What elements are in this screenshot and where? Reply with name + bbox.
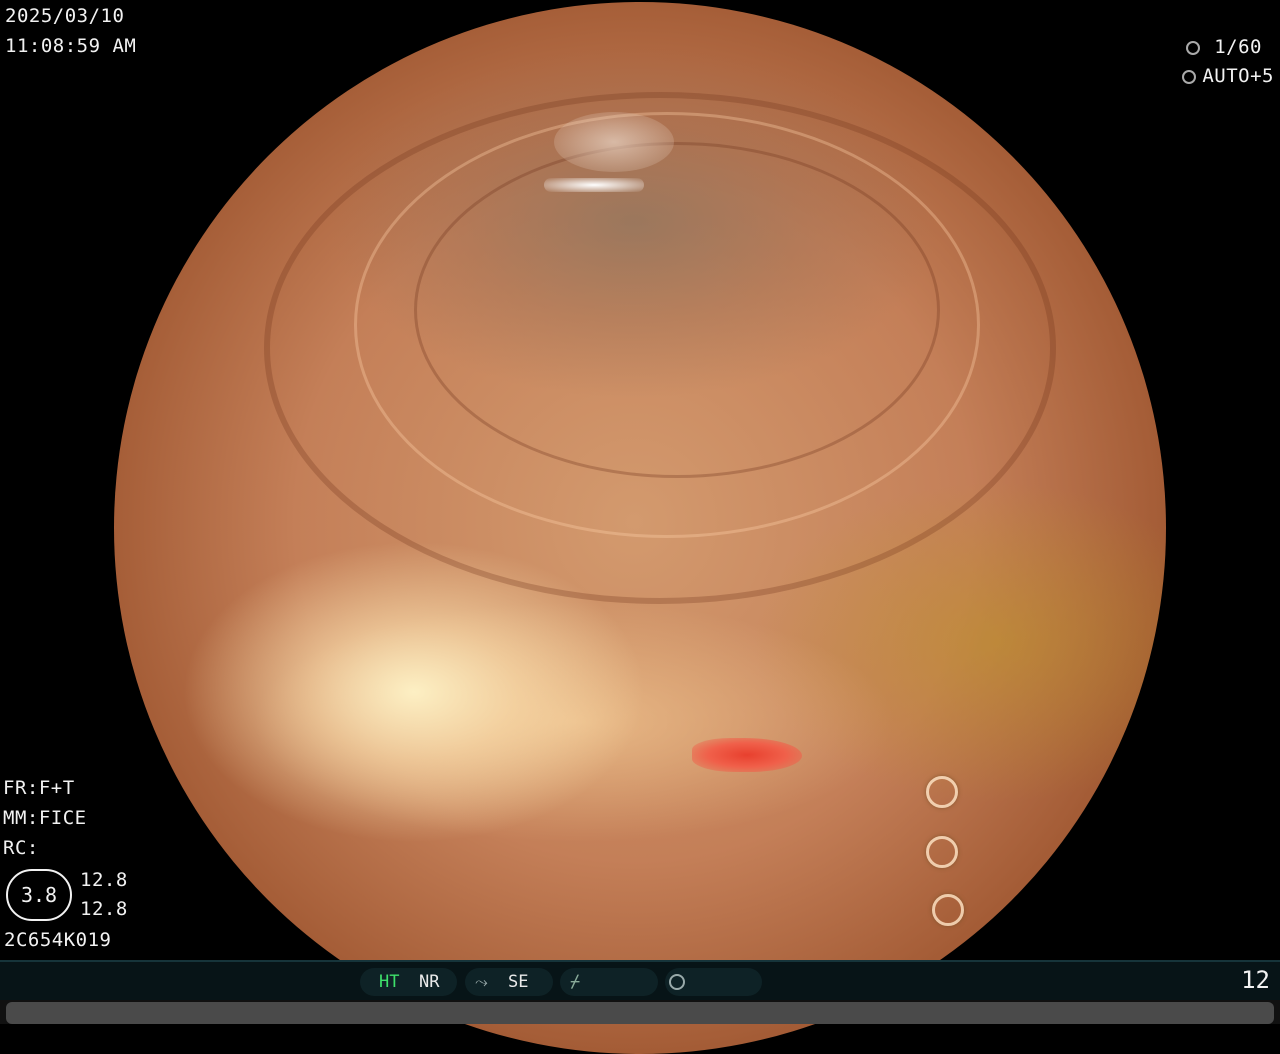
date-readout: 2025/03/10: [5, 5, 125, 27]
slash-icon: ⌿: [570, 972, 581, 992]
endoscope-view: [114, 2, 1166, 1054]
light-reflection: [544, 178, 644, 192]
value-2: 12.8: [80, 898, 128, 920]
red-lesion: [692, 738, 802, 772]
shutter-icon: [1186, 40, 1201, 55]
nr-indicator: NR: [419, 972, 440, 992]
air-bubble: [926, 776, 958, 808]
mucosa-highlight: [554, 112, 674, 172]
air-bubble: [932, 894, 964, 926]
page-number: 12: [1241, 966, 1270, 994]
shutter-readout: 1/60: [1186, 36, 1262, 58]
time-readout: 11:08:59 AM: [5, 35, 137, 57]
iris-icon: [1182, 69, 1197, 84]
mm-setting: MM:FICE: [3, 807, 87, 829]
enhance-icon: ⤳: [475, 972, 488, 991]
mode-pill: ⌿: [560, 968, 658, 996]
se-pill: ⤳ SE: [465, 968, 553, 996]
serial-number: 2C654K019: [4, 929, 112, 951]
wave-circle-icon: [669, 974, 685, 990]
rc-setting: RC:: [3, 837, 39, 859]
ht-nr-pill: HT NR: [360, 968, 457, 996]
air-bubble: [926, 836, 958, 868]
se-indicator: SE: [508, 972, 529, 992]
mucosal-fold: [414, 142, 940, 478]
fr-setting: FR:F+T: [3, 777, 75, 799]
status-bar: HT NR ⤳ SE ⌿: [0, 960, 1280, 1002]
bottom-bar: [0, 1000, 1280, 1024]
circle-value-badge: 3.8: [6, 869, 72, 921]
value-1: 12.8: [80, 869, 128, 891]
iris-value: AUTO+5: [1202, 65, 1274, 87]
ht-indicator: HT: [379, 972, 400, 992]
wave-pill: [665, 968, 762, 996]
iris-readout: AUTO+5: [1182, 65, 1274, 87]
shutter-value: 1/60: [1214, 36, 1262, 58]
bottom-bar-track: [6, 1002, 1274, 1024]
